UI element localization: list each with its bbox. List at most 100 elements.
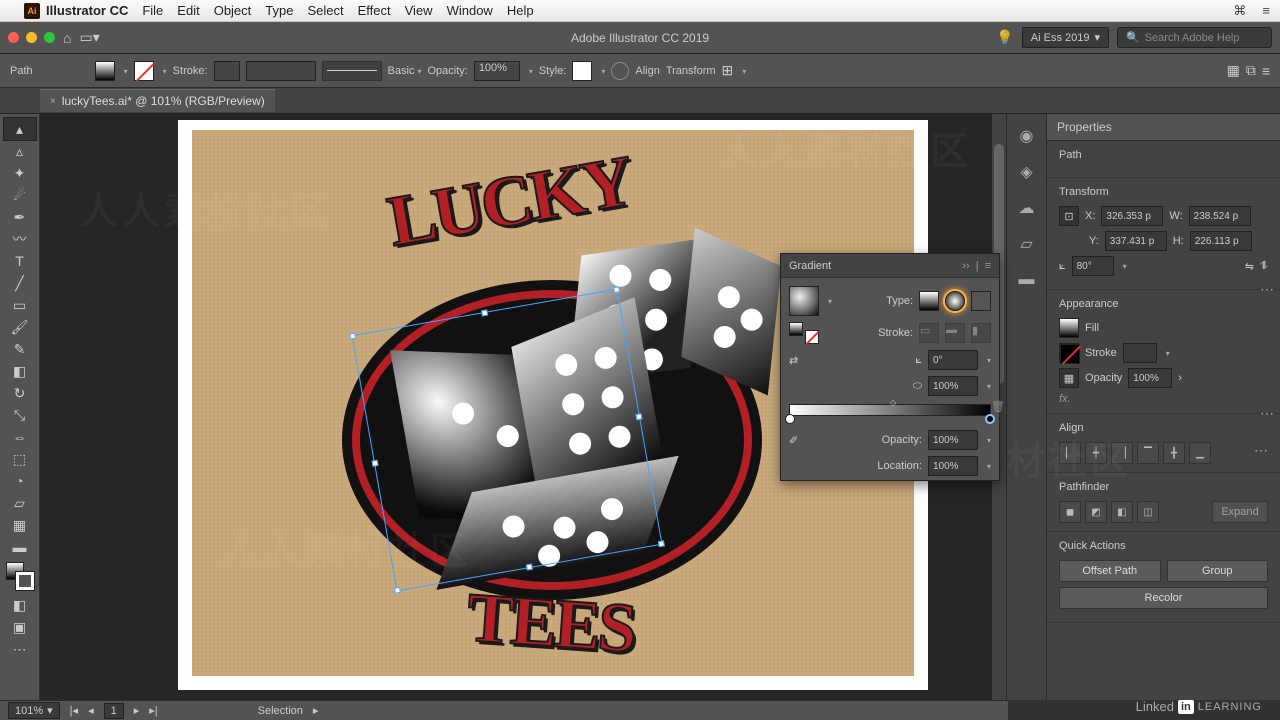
align-vcenter-button[interactable]: ╋ — [1163, 442, 1185, 464]
selection-tool[interactable]: ▴ — [4, 118, 36, 140]
midpoint-diamond-icon[interactable]: ◇ — [890, 398, 896, 407]
selection-bounds[interactable] — [351, 289, 662, 592]
stroke-weight-dropdown[interactable] — [1163, 347, 1170, 359]
artboards-panel-icon[interactable]: ▱ — [1015, 232, 1039, 256]
gradient-angle-dropdown[interactable] — [984, 354, 991, 366]
gradient-slider[interactable]: ◇ 🗑 — [789, 404, 991, 424]
shape-builder-tool[interactable]: ◔ — [4, 470, 36, 492]
isolate-dropdown[interactable] — [739, 65, 746, 77]
gradient-aspect-input[interactable]: 100% — [928, 376, 978, 396]
expand-button[interactable]: Expand — [1212, 501, 1268, 523]
group-button[interactable]: Group — [1167, 560, 1269, 582]
style-dropdown[interactable] — [598, 65, 605, 77]
rectangle-tool[interactable]: ▭ — [4, 294, 36, 316]
align-top-button[interactable]: ▔ — [1137, 442, 1159, 464]
fill-dropdown[interactable] — [121, 65, 128, 77]
width-tool[interactable]: ⇔ — [4, 426, 36, 448]
opacity-arrow-icon[interactable]: › — [1178, 372, 1182, 384]
stroke-weight-field[interactable] — [1123, 343, 1157, 363]
freeform-gradient-button[interactable] — [971, 291, 991, 311]
menubar-extras-icon[interactable]: ⌘ — [1233, 3, 1246, 19]
gradient-panel[interactable]: Gradient ››|≡ Type: Stroke: ▭ ▬ ▮ ⇄ ⟀ — [780, 253, 1000, 481]
brush-definition[interactable] — [246, 61, 316, 81]
gradient-panel-icon[interactable]: ▬ — [1015, 268, 1039, 292]
pen-tool[interactable]: ✒ — [4, 206, 36, 228]
gradient-stop-right[interactable] — [985, 414, 995, 424]
w-input[interactable]: 238.524 p — [1189, 206, 1251, 226]
fill-swatch[interactable] — [95, 61, 115, 81]
prefs-icon[interactable]: ≡ — [1262, 63, 1270, 79]
menu-edit[interactable]: Edit — [177, 3, 199, 18]
layers-panel-icon[interactable]: ◈ — [1015, 160, 1039, 184]
y-input[interactable]: 337.431 p — [1105, 231, 1167, 251]
doc-setup-icon[interactable]: ⧉ — [1246, 62, 1256, 79]
menu-view[interactable]: View — [405, 3, 433, 18]
align-left-button[interactable]: ▏ — [1059, 442, 1081, 464]
menu-window[interactable]: Window — [447, 3, 493, 18]
type-tool[interactable]: T — [4, 250, 36, 272]
libraries-panel-icon[interactable]: ☁ — [1015, 196, 1039, 220]
fill-stroke-control[interactable] — [6, 562, 34, 590]
menu-effect[interactable]: Effect — [358, 3, 391, 18]
opacity-dropdown[interactable] — [526, 65, 533, 77]
exclude-button[interactable]: ◫ — [1137, 501, 1159, 523]
menu-help[interactable]: Help — [507, 3, 534, 18]
menu-select[interactable]: Select — [307, 3, 343, 18]
offset-path-button[interactable]: Offset Path — [1059, 560, 1161, 582]
rotate-dropdown[interactable] — [1120, 260, 1127, 272]
fx-label[interactable]: fx. — [1059, 393, 1268, 405]
edit-toolbar-icon[interactable]: ⋯ — [4, 638, 36, 660]
snap-pixel-icon[interactable]: ▦ — [1227, 62, 1240, 79]
stop-opacity-input[interactable]: 100% — [928, 430, 978, 450]
color-mode-icon[interactable]: ◧ — [4, 594, 36, 616]
align-link[interactable]: Align — [635, 65, 659, 77]
delete-stop-icon[interactable]: 🗑 — [991, 400, 1005, 413]
zoom-window-button[interactable] — [44, 32, 55, 43]
linear-gradient-button[interactable] — [919, 291, 939, 311]
recolor-artwork-icon[interactable] — [611, 62, 629, 80]
isolate-icon[interactable]: ⊞ — [722, 62, 734, 79]
stroke-color-swatch[interactable] — [1059, 343, 1079, 363]
stroke-along-icon[interactable]: ▬ — [945, 323, 965, 343]
recolor-button[interactable]: Recolor — [1059, 587, 1268, 609]
close-tab-icon[interactable]: × — [50, 96, 56, 107]
nav-first-icon[interactable]: |◂ — [70, 704, 78, 717]
line-tool[interactable]: ╱ — [4, 272, 36, 294]
minimize-window-button[interactable] — [26, 32, 37, 43]
color-panel-icon[interactable]: ◉ — [1015, 124, 1039, 148]
flip-v-icon[interactable]: ⥮ — [1260, 260, 1268, 273]
stroke-dropdown[interactable] — [160, 65, 167, 77]
variable-width-label[interactable]: Basic — [388, 65, 422, 77]
perspective-tool[interactable]: ▱ — [4, 492, 36, 514]
home-icon[interactable]: ⌂ — [63, 30, 71, 46]
opacity-input[interactable]: 100% — [474, 61, 520, 81]
close-window-button[interactable] — [8, 32, 19, 43]
stop-location-input[interactable]: 100% — [928, 456, 978, 476]
align-options-icon[interactable]: ⋯ — [1254, 442, 1268, 464]
align-bottom-button[interactable]: ▁ — [1189, 442, 1211, 464]
stop-location-dropdown[interactable] — [984, 460, 991, 472]
collapse-panel-icon[interactable]: ›› — [962, 260, 969, 272]
nav-last-icon[interactable]: ▸| — [149, 704, 157, 717]
lasso-tool[interactable]: ☄ — [4, 184, 36, 206]
zoom-level[interactable]: 101%▾ — [8, 702, 60, 719]
appearance-options-icon[interactable]: ⋯ — [1260, 405, 1274, 422]
menu-object[interactable]: Object — [214, 3, 252, 18]
flip-h-icon[interactable]: ⇋ — [1245, 260, 1254, 273]
gradient-preview[interactable] — [789, 286, 819, 316]
artboard-number[interactable]: 1 — [104, 703, 124, 719]
intersect-button[interactable]: ◧ — [1111, 501, 1133, 523]
curvature-tool[interactable]: 〰 — [4, 228, 36, 250]
menubar-hamburger-icon[interactable]: ≡ — [1262, 3, 1270, 18]
stroke-within-icon[interactable]: ▭ — [919, 323, 939, 343]
gradient-aspect-dropdown[interactable] — [984, 380, 991, 392]
gradient-fill-swatch[interactable] — [789, 322, 803, 336]
properties-tab[interactable]: Properties — [1047, 114, 1280, 141]
help-search-input[interactable]: 🔍Search Adobe Help — [1117, 27, 1272, 48]
stroke-swatch[interactable] — [134, 61, 154, 81]
scale-tool[interactable]: ⤡ — [4, 404, 36, 426]
gradient-stroke-swatch[interactable] — [805, 330, 819, 344]
direct-selection-tool[interactable]: ▵ — [4, 140, 36, 162]
status-menu-icon[interactable]: ▸ — [313, 704, 319, 717]
eraser-tool[interactable]: ◧ — [4, 360, 36, 382]
